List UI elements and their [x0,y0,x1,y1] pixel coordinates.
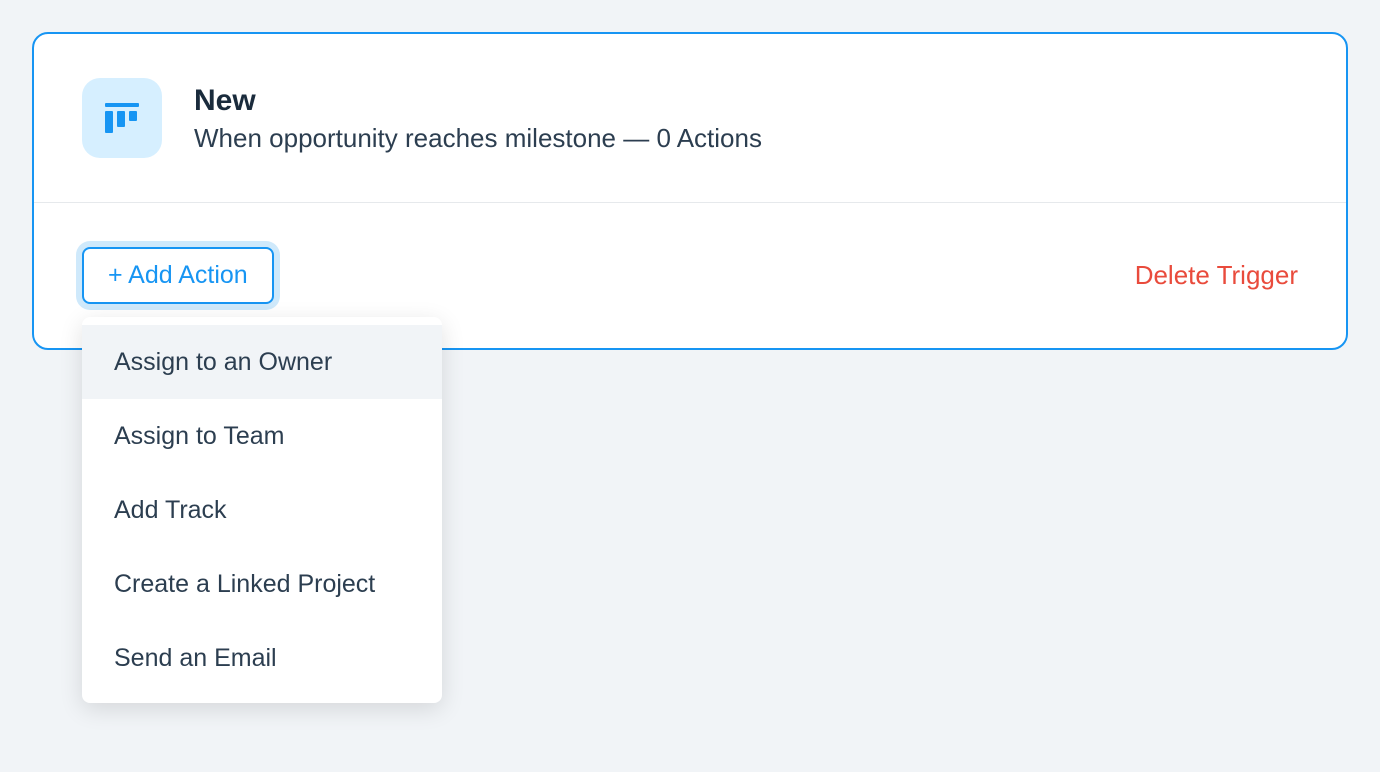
kanban-icon [82,78,162,158]
dropdown-item-assign-owner[interactable]: Assign to an Owner [82,325,442,399]
add-action-button[interactable]: + Add Action [82,247,274,304]
trigger-header: New When opportunity reaches milestone —… [34,34,1346,203]
dropdown-item-assign-team[interactable]: Assign to Team [82,399,442,473]
trigger-title: New [194,83,762,119]
delete-trigger-button[interactable]: Delete Trigger [1135,260,1298,291]
dropdown-item-add-track[interactable]: Add Track [82,473,442,547]
trigger-text: New When opportunity reaches milestone —… [194,83,762,154]
add-action-wrapper: + Add Action Assign to an Owner Assign t… [82,247,274,304]
trigger-subtitle: When opportunity reaches milestone — 0 A… [194,123,762,154]
dropdown-item-send-email[interactable]: Send an Email [82,621,442,695]
trigger-card: New When opportunity reaches milestone —… [32,32,1348,350]
trigger-actions-row: + Add Action Assign to an Owner Assign t… [34,203,1346,348]
dropdown-item-create-linked-project[interactable]: Create a Linked Project [82,547,442,621]
add-action-dropdown: Assign to an Owner Assign to Team Add Tr… [82,317,442,703]
